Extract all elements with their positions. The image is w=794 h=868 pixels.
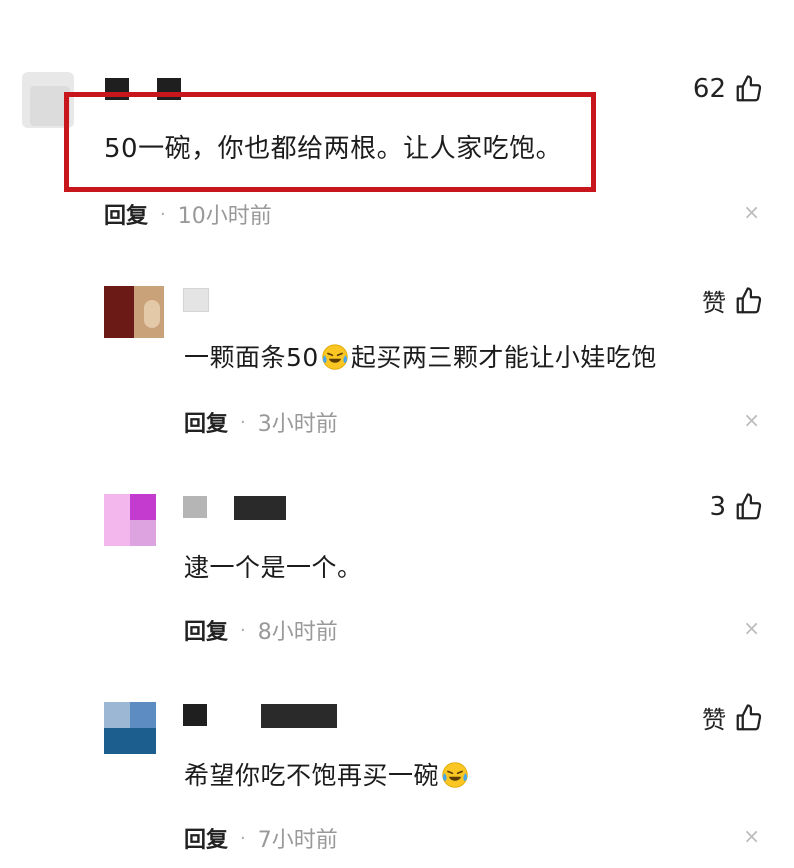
reply-button[interactable]: 回复: [184, 406, 228, 438]
comment-text-part: 起买两三颗才能让小娃吃饱: [350, 343, 657, 372]
thumbs-up-icon: [736, 286, 762, 313]
username-redacted: [183, 496, 207, 518]
username-redacted: [261, 704, 337, 728]
avatar[interactable]: [104, 702, 156, 754]
avatar[interactable]: [104, 286, 164, 338]
thumbs-up-icon: [736, 75, 762, 102]
like-button[interactable]: 62: [693, 74, 764, 104]
comment-text-part: 希望你吃不饱再买一碗: [184, 761, 440, 790]
comment-text-part: 一颗面条50: [184, 343, 319, 372]
close-icon[interactable]: ×: [743, 826, 760, 846]
meta-separator: ·: [240, 619, 246, 641]
avatar[interactable]: [104, 494, 156, 546]
meta-separator: ·: [240, 411, 246, 433]
comment-meta: 回复 · 10小时前: [104, 198, 272, 230]
comment-meta: 回复 · 8小时前: [184, 614, 338, 646]
close-icon[interactable]: ×: [743, 202, 760, 222]
like-label: 赞: [702, 289, 726, 317]
timestamp: 8小时前: [257, 620, 338, 645]
timestamp: 3小时前: [257, 412, 338, 437]
crying-laughing-emoji-icon: [442, 762, 468, 788]
comment-text: 50一碗，你也都给两根。让人家吃饱。: [104, 134, 563, 164]
timestamp: 10小时前: [177, 204, 272, 229]
meta-separator: ·: [240, 827, 246, 849]
comment-text: 逮一个是一个。: [184, 553, 363, 582]
like-button[interactable]: 赞: [702, 283, 764, 318]
comment-text: 希望你吃不饱再买一碗: [184, 756, 471, 792]
like-button[interactable]: 3: [709, 492, 764, 522]
like-count: 62: [692, 74, 726, 104]
like-count: 3: [709, 492, 726, 522]
close-icon[interactable]: ×: [743, 618, 760, 638]
reply-button[interactable]: 回复: [104, 198, 148, 230]
comment-text: 一颗面条50 起买两三颗才能让小娃吃饱: [184, 338, 657, 374]
like-button[interactable]: 赞: [702, 700, 764, 735]
username-redacted: [183, 288, 209, 312]
reply-button[interactable]: 回复: [184, 822, 228, 854]
timestamp: 7小时前: [257, 828, 338, 853]
thumbs-up-icon: [736, 703, 762, 730]
like-label: 赞: [702, 706, 726, 734]
meta-separator: ·: [160, 203, 166, 225]
reply-button[interactable]: 回复: [184, 614, 228, 646]
crying-laughing-emoji-icon: [322, 344, 348, 370]
username-redacted: [183, 704, 207, 726]
username-redacted: [234, 496, 286, 520]
close-icon[interactable]: ×: [743, 410, 760, 430]
comment-meta: 回复 · 3小时前: [184, 406, 338, 438]
comment-meta: 回复 · 7小时前: [184, 822, 338, 854]
thumbs-up-icon: [736, 493, 762, 520]
